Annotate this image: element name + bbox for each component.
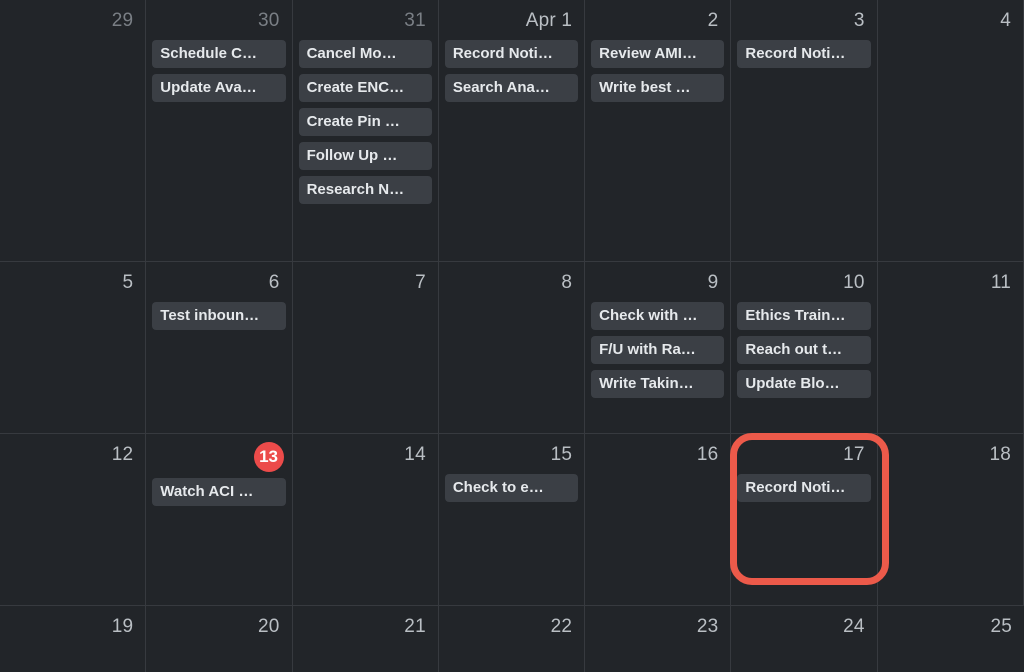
day-cell[interactable]: 15Check to e… — [439, 434, 585, 606]
day-number: 19 — [6, 612, 139, 644]
day-number: 2 — [591, 6, 724, 38]
calendar-event[interactable]: Research N… — [299, 176, 432, 204]
day-number: 5 — [6, 268, 139, 300]
day-cell[interactable]: 24 — [731, 606, 877, 672]
event-list: Record Noti… Search Ana… — [445, 40, 578, 102]
calendar-event[interactable]: Write best … — [591, 74, 724, 102]
event-list: Review AMI… Write best … — [591, 40, 724, 102]
calendar-event[interactable]: Schedule C… — [152, 40, 285, 68]
event-list: Check to e… — [445, 474, 578, 502]
day-number: 12 — [6, 440, 139, 472]
day-cell[interactable]: 3Record Noti… — [731, 0, 877, 262]
calendar-event[interactable]: Follow Up … — [299, 142, 432, 170]
today-badge: 13 — [254, 442, 284, 472]
day-cell[interactable]: 9Check with … F/U with Ra… Write Takin… — [585, 262, 731, 434]
day-number: 25 — [884, 612, 1018, 644]
calendar-event[interactable]: Update Ava… — [152, 74, 285, 102]
day-number: 20 — [152, 612, 285, 644]
calendar-event[interactable]: Record Noti… — [445, 40, 578, 68]
day-number: 6 — [152, 268, 285, 300]
calendar-event[interactable]: Check with … — [591, 302, 724, 330]
calendar-event[interactable]: Review AMI… — [591, 40, 724, 68]
day-number: 23 — [591, 612, 724, 644]
day-cell[interactable]: 19 — [0, 606, 146, 672]
day-number: 24 — [737, 612, 870, 644]
day-cell[interactable]: 29 — [0, 0, 146, 262]
day-number: 18 — [884, 440, 1017, 472]
day-number: Apr 1 — [445, 6, 578, 38]
event-list: Schedule C… Update Ava… — [152, 40, 285, 102]
day-number: 7 — [299, 268, 432, 300]
calendar-event[interactable]: Record Noti… — [737, 474, 870, 502]
day-cell[interactable]: 20 — [146, 606, 292, 672]
day-number: 22 — [445, 612, 578, 644]
event-list: Record Noti… — [737, 40, 870, 68]
event-list: Test inboun… — [152, 302, 285, 330]
calendar-event[interactable]: Update Blo… — [737, 370, 870, 398]
day-number: 29 — [6, 6, 139, 38]
calendar-event[interactable]: Ethics Train… — [737, 302, 870, 330]
day-number: 30 — [152, 6, 285, 38]
calendar-event[interactable]: Check to e… — [445, 474, 578, 502]
calendar-event[interactable]: Test inboun… — [152, 302, 285, 330]
day-cell[interactable]: 13 Watch ACI … — [146, 434, 292, 606]
day-cell[interactable]: 16 — [585, 434, 731, 606]
day-number: 11 — [884, 268, 1017, 300]
event-list: Watch ACI … — [152, 478, 285, 506]
day-cell[interactable]: 7 — [293, 262, 439, 434]
calendar-event[interactable]: Cancel Mo… — [299, 40, 432, 68]
event-list: Record Noti… — [737, 474, 870, 502]
day-number: 31 — [299, 6, 432, 38]
day-cell[interactable]: 12 — [0, 434, 146, 606]
calendar-event[interactable]: Record Noti… — [737, 40, 870, 68]
day-number: 8 — [445, 268, 578, 300]
calendar-event[interactable]: Write Takin… — [591, 370, 724, 398]
day-number: 10 — [737, 268, 870, 300]
day-cell[interactable]: 8 — [439, 262, 585, 434]
day-cell[interactable]: 6Test inboun… — [146, 262, 292, 434]
day-number: 14 — [299, 440, 432, 472]
day-cell[interactable]: Apr 1Record Noti… Search Ana… — [439, 0, 585, 262]
day-number: 16 — [591, 440, 724, 472]
day-cell[interactable]: 10Ethics Train… Reach out t… Update Blo… — [731, 262, 877, 434]
day-cell[interactable]: 31Cancel Mo… Create ENC… Create Pin … Follo… — [293, 0, 439, 262]
day-number: 9 — [591, 268, 724, 300]
event-list: Check with … F/U with Ra… Write Takin… — [591, 302, 724, 398]
day-number: 21 — [299, 612, 432, 644]
calendar-event[interactable]: Watch ACI … — [152, 478, 285, 506]
day-number: 15 — [445, 440, 578, 472]
day-cell[interactable]: 30Schedule C… Update Ava… — [146, 0, 292, 262]
day-cell[interactable]: 11 — [878, 262, 1024, 434]
calendar-event[interactable]: Search Ana… — [445, 74, 578, 102]
calendar-event[interactable]: Create Pin … — [299, 108, 432, 136]
day-cell[interactable]: 4 — [878, 0, 1024, 262]
event-list: Ethics Train… Reach out t… Update Blo… — [737, 302, 870, 398]
day-cell[interactable]: 22 — [439, 606, 585, 672]
day-cell[interactable]: 18 — [878, 434, 1024, 606]
day-cell[interactable]: 21 — [293, 606, 439, 672]
day-cell[interactable]: 2Review AMI… Write best … — [585, 0, 731, 262]
day-cell[interactable]: 5 — [0, 262, 146, 434]
calendar-event[interactable]: Reach out t… — [737, 336, 870, 364]
day-number: 4 — [884, 6, 1017, 38]
today-indicator: 13 — [152, 440, 285, 476]
day-cell[interactable]: 23 — [585, 606, 731, 672]
event-list: Cancel Mo… Create ENC… Create Pin … Follow … — [299, 40, 432, 204]
day-number: 3 — [737, 6, 870, 38]
calendar-grid: 2930Schedule C…Update Ava…31Cancel Mo…Cr… — [0, 0, 1024, 672]
day-cell[interactable]: 17Record Noti… — [731, 434, 877, 606]
calendar-event[interactable]: Create ENC… — [299, 74, 432, 102]
day-cell[interactable]: 25 — [878, 606, 1024, 672]
day-number: 17 — [737, 440, 870, 472]
day-cell[interactable]: 14 — [293, 434, 439, 606]
calendar-event[interactable]: F/U with Ra… — [591, 336, 724, 364]
